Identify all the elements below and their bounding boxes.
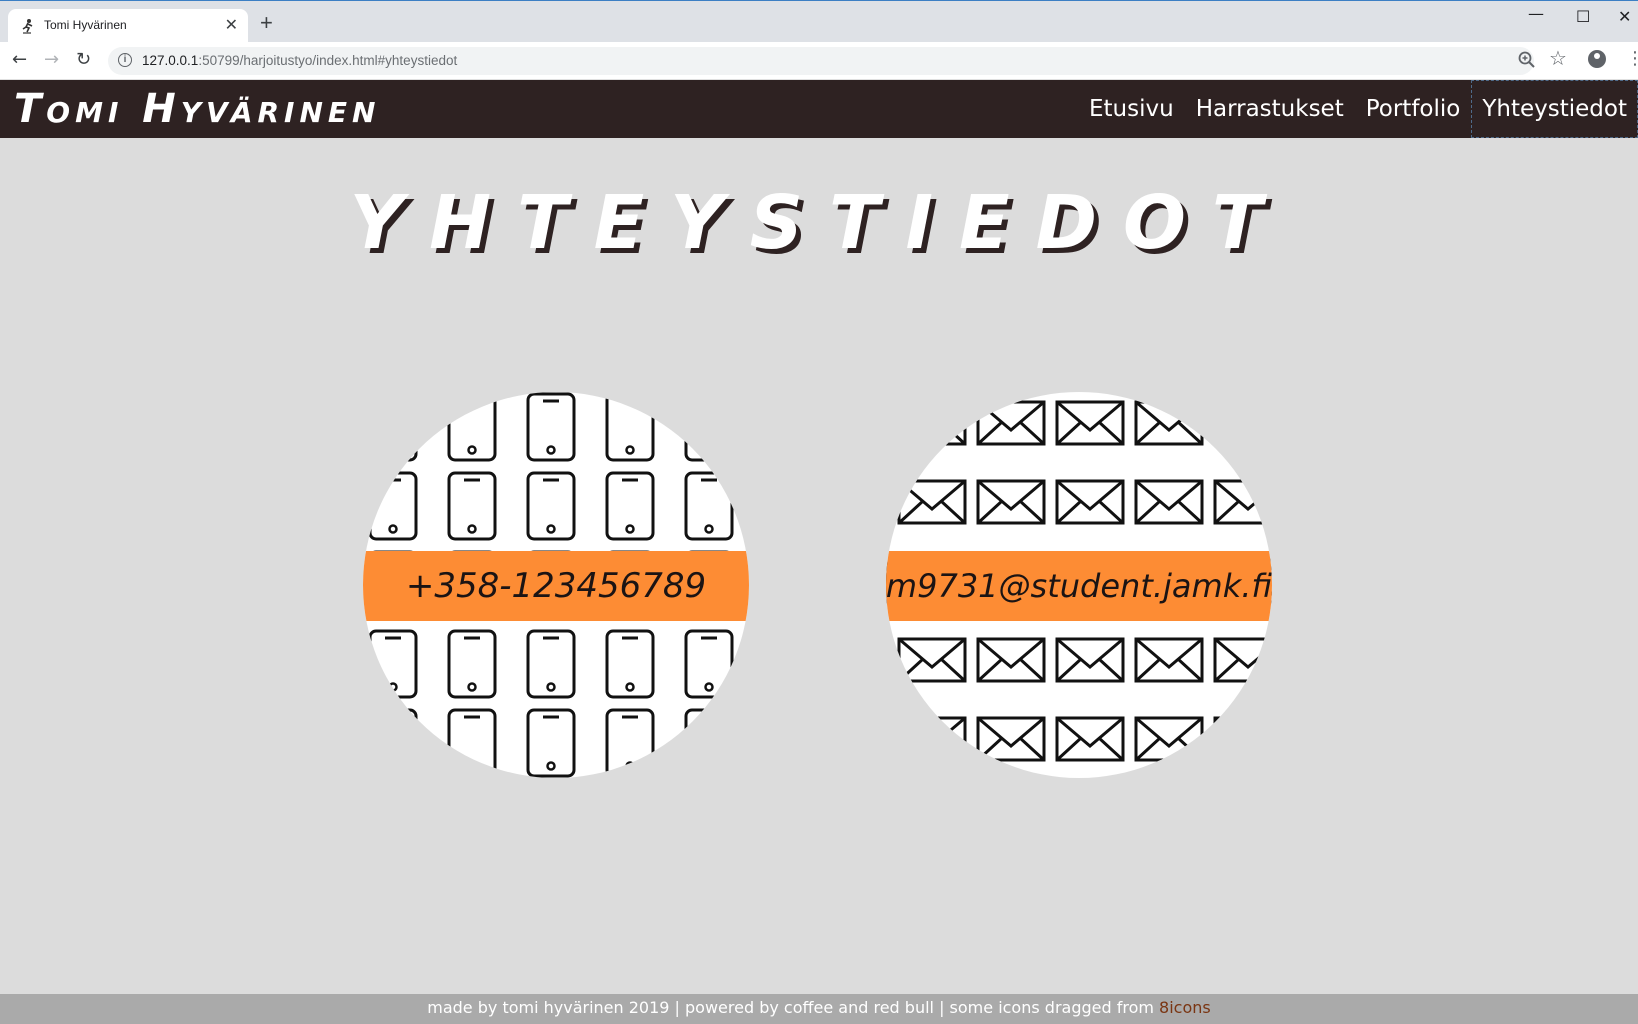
nav-item-etusivu[interactable]: Etusivu [1078,80,1185,138]
page-title: Yhteystiedot [349,180,1289,266]
email-band: m9731@student.jamk.fi [886,551,1272,621]
reload-icon[interactable]: ↻ [76,49,91,71]
nav-item-portfolio[interactable]: Portfolio [1355,80,1472,138]
star-icon[interactable]: ☆ [1549,47,1567,69]
email-address[interactable]: m9731@student.jamk.fi [886,567,1272,605]
new-tab-button[interactable]: + [260,12,273,34]
info-icon[interactable]: i [118,53,132,67]
browser-toolbar: ← → ↻ i 127.0.0.1:50799/harjoitustyo/ind… [0,42,1638,80]
browser-tab[interactable]: Tomi Hyvärinen ✕ [8,9,248,43]
profile-icon[interactable] [1588,50,1606,68]
address-bar[interactable]: i 127.0.0.1:50799/harjoitustyo/index.htm… [108,47,1534,75]
tab-title: Tomi Hyvärinen [44,18,127,32]
menu-icon[interactable]: ⋮ [1626,48,1638,70]
footer-link-8icons[interactable]: 8icons [1159,998,1211,1017]
site-footer: made by tomi hyvärinen 2019 | powered by… [0,994,1638,1024]
url-path: :50799/harjoitustyo/index.html#yhteystie… [198,53,458,68]
maximize-button[interactable]: ☐ [1576,7,1590,27]
email-circle: m9731@student.jamk.fi [886,392,1272,778]
site-logo[interactable]: Tomi Hyvärinen [14,86,380,132]
forward-arrow-icon[interactable]: → [44,49,59,71]
minimize-button[interactable]: — [1528,4,1544,24]
url-text[interactable]: 127.0.0.1:50799/harjoitustyo/index.html#… [142,53,457,68]
nav-item-yhteystiedot[interactable]: Yhteystiedot [1471,80,1638,138]
tab-close-icon[interactable]: ✕ [225,16,238,34]
site-header: Tomi Hyvärinen Etusivu Harrastukset Port… [0,80,1638,138]
close-window-button[interactable]: ✕ [1618,7,1631,27]
url-host: 127.0.0.1 [142,53,199,68]
skater-favicon-icon [22,19,33,34]
main-nav: Etusivu Harrastukset Portfolio Yhteystie… [1078,80,1638,138]
zoom-icon[interactable] [1516,49,1538,71]
back-arrow-icon[interactable]: ← [12,49,27,71]
footer-text: made by tomi hyvärinen 2019 | powered by… [427,998,1160,1017]
phone-band: +358-123456789 [363,551,749,621]
browser-tab-strip: Tomi Hyvärinen ✕ + — ☐ ✕ [0,0,1638,43]
phone-circle: +358-123456789 [363,392,749,778]
phone-number[interactable]: +358-123456789 [406,566,706,606]
nav-item-harrastukset[interactable]: Harrastukset [1185,80,1355,138]
